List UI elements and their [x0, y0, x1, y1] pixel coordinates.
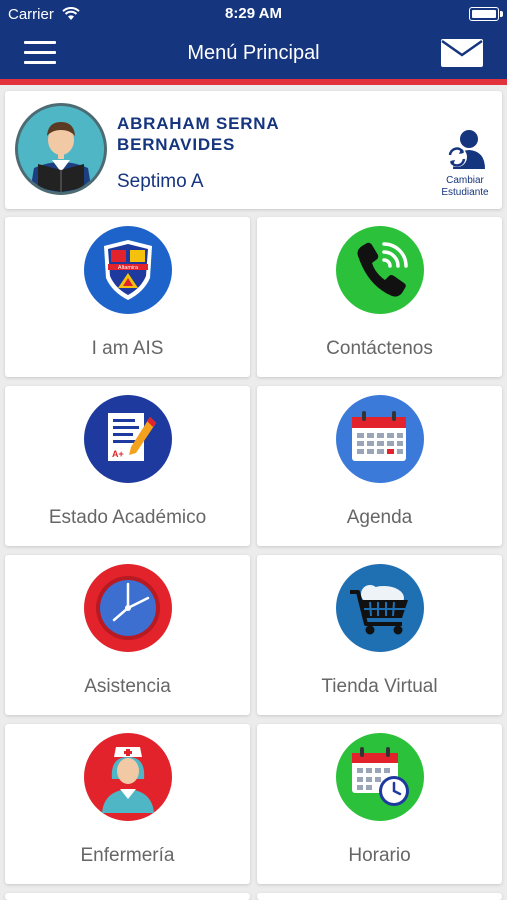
- student-grade: Septimo A: [117, 171, 204, 192]
- report-card-icon: A+: [84, 395, 172, 483]
- menu-label: Agenda: [346, 507, 413, 528]
- change-student-label-1: Cambiar: [446, 175, 484, 186]
- svg-text:Altamira: Altamira: [118, 265, 139, 271]
- menu-tile-tienda-virtual[interactable]: Tienda Virtual: [257, 555, 502, 715]
- menu-tile-horario[interactable]: Horario: [257, 724, 502, 884]
- svg-text:A+: A+: [112, 449, 124, 459]
- student-reading-icon: [18, 106, 104, 192]
- nav-accent-line: [0, 79, 507, 85]
- menu-tile-estado-academico[interactable]: A+ Estado Académico: [5, 386, 250, 546]
- menu-tile-enfermeria[interactable]: Enfermería: [5, 724, 250, 884]
- phone-icon: [336, 226, 424, 314]
- change-student-icon: [447, 130, 485, 169]
- clock-icon: [84, 564, 172, 652]
- page-title: Menú Principal: [187, 42, 320, 64]
- menu-tile-i-am-ais[interactable]: Altamira I am AIS: [5, 217, 250, 377]
- mail-icon[interactable]: [440, 38, 484, 68]
- battery-icon: [469, 7, 503, 21]
- menu-label: Asistencia: [84, 676, 171, 697]
- change-student-label-2: Estudiante: [441, 187, 489, 198]
- menu-label: Estado Académico: [48, 507, 207, 528]
- student-avatar: [15, 103, 107, 195]
- status-bar: Carrier 8:29 AM: [0, 0, 507, 28]
- calendar-icon: [336, 395, 424, 483]
- schedule-icon: [336, 733, 424, 821]
- menu-tile-asistencia[interactable]: Asistencia: [5, 555, 250, 715]
- student-profile-card: ABRAHAM SERNA BERNAVIDES Septimo A Cambi…: [5, 91, 502, 209]
- menu-label: Horario: [348, 845, 411, 866]
- shopping-cart-icon: [336, 564, 424, 652]
- nurse-icon: [84, 733, 172, 821]
- school-shield-icon: Altamira: [84, 226, 172, 314]
- menu-tile-agenda[interactable]: Agenda: [257, 386, 502, 546]
- menu-tile-partial[interactable]: [5, 893, 250, 900]
- menu-label: I am AIS: [91, 338, 164, 359]
- menu-label: Enfermería: [80, 845, 175, 866]
- menu-tile-partial[interactable]: [257, 893, 502, 900]
- status-time: 8:29 AM: [225, 5, 282, 22]
- student-name: ABRAHAM SERNA BERNAVIDES: [117, 114, 280, 154]
- menu-label: Contáctenos: [326, 338, 433, 359]
- change-student-button[interactable]: Cambiar Estudiante: [430, 129, 500, 198]
- menu-tile-contactenos[interactable]: Contáctenos: [257, 217, 502, 377]
- menu-label: Tienda Virtual: [321, 676, 438, 697]
